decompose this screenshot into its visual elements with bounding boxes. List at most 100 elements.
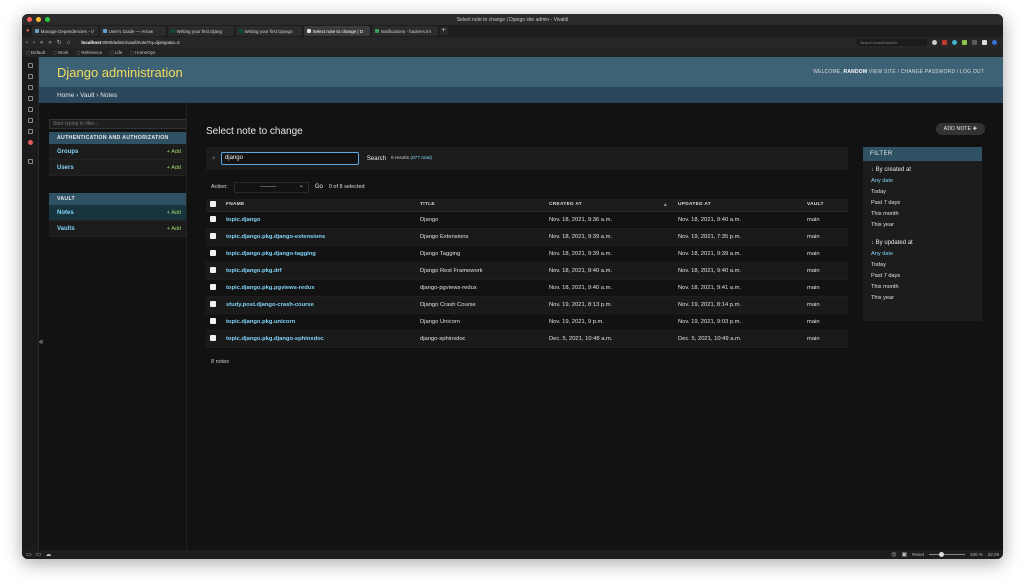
cloud-sync-icon[interactable]: ☁ xyxy=(45,551,51,558)
fname-link[interactable]: topic.django.pkg.django-extensions xyxy=(222,228,416,246)
profile-avatar-icon[interactable] xyxy=(932,40,937,45)
reload-icon[interactable]: ↻ xyxy=(57,39,62,46)
filter-option[interactable]: This year xyxy=(863,293,982,304)
breadcrumb[interactable]: Home › Vault › Notes xyxy=(39,87,1003,103)
add-panel-icon[interactable] xyxy=(27,159,33,164)
search-engine-field[interactable]: Search DuckDuckGo xyxy=(857,39,927,46)
extension-icon[interactable] xyxy=(982,40,987,45)
row-checkbox[interactable] xyxy=(210,317,216,324)
bookmark-folder[interactable]: Life xyxy=(110,50,122,55)
filter-group-title[interactable]: By updated at xyxy=(863,240,982,246)
zoom-slider[interactable] xyxy=(928,552,965,557)
filter-group-title[interactable]: By created at xyxy=(863,167,982,173)
model-link[interactable]: Notes xyxy=(57,210,74,216)
filter-option[interactable]: Past 7 days xyxy=(863,271,982,282)
row-checkbox[interactable] xyxy=(210,249,216,256)
filter-option[interactable]: This month xyxy=(863,209,982,220)
column-header-created[interactable]: CREATED AT ▲ xyxy=(545,199,674,212)
search-input[interactable]: django xyxy=(220,152,359,165)
extension-icon[interactable] xyxy=(992,40,997,45)
mail-panel-icon[interactable] xyxy=(27,118,33,123)
extension-icon[interactable] xyxy=(952,40,957,45)
action-select[interactable]: ——— xyxy=(233,181,309,193)
row-checkbox[interactable] xyxy=(210,283,216,290)
image-toggle-icon[interactable]: ▣ xyxy=(902,551,908,558)
go-button[interactable]: Go xyxy=(315,184,323,190)
bookmark-folder[interactable]: Default xyxy=(26,50,45,55)
fname-link[interactable]: topic.django.pkg.pgviews-redux xyxy=(222,279,416,297)
model-link[interactable]: Users xyxy=(57,165,74,171)
column-header-vault[interactable]: VAULT xyxy=(803,199,848,212)
row-checkbox[interactable] xyxy=(210,300,216,307)
panel-toggle-icon[interactable]: ▭ xyxy=(26,551,32,558)
url-field[interactable]: localhost:8000/admin/vault/note/?q=djang… xyxy=(81,40,179,45)
module-caption[interactable]: VAULT xyxy=(49,193,187,205)
row-checkbox[interactable] xyxy=(210,215,216,222)
bookmark-folder[interactable]: Reference xyxy=(76,50,102,55)
notes-panel-icon[interactable] xyxy=(27,85,33,90)
page-actions-icon[interactable]: ◎ xyxy=(891,551,896,558)
home-icon[interactable]: ⌂ xyxy=(67,40,71,46)
toggle-nav-sidebar[interactable]: « xyxy=(39,337,43,346)
row-checkbox[interactable] xyxy=(210,266,216,273)
add-link[interactable]: + Add xyxy=(167,149,181,155)
module-caption[interactable]: AUTHENTICATION AND AUTHORIZATION xyxy=(49,132,187,144)
bookmark-folder[interactable]: Work xyxy=(53,50,68,55)
add-note-button[interactable]: ADD NOTE ✚ xyxy=(936,123,985,135)
feed-panel-icon[interactable] xyxy=(27,129,33,134)
add-link[interactable]: + Add xyxy=(167,165,181,171)
vivaldi-web-panel-icon[interactable] xyxy=(27,140,33,145)
change-password-link[interactable]: CHANGE PASSWORD xyxy=(901,69,956,75)
tab-users-guide[interactable]: User's Guide — Arrow xyxy=(99,26,166,36)
fname-link[interactable]: topic.django.pkg.unicorn xyxy=(222,313,416,331)
add-link[interactable]: + Add xyxy=(167,226,181,232)
fname-link[interactable]: topic.django.pkg.drf xyxy=(222,262,416,280)
bookmark-folder[interactable]: HomeOps xyxy=(130,50,155,55)
tab-manage-dependencies[interactable]: Manage Dependencies - V xyxy=(31,26,98,36)
filter-option[interactable]: Today xyxy=(863,260,982,271)
fname-link[interactable]: topic.django xyxy=(222,211,416,229)
row-checkbox[interactable] xyxy=(210,232,216,239)
log-out-link[interactable]: LOG OUT xyxy=(960,69,984,75)
history-panel-icon[interactable] xyxy=(27,96,33,101)
tiling-icon[interactable]: ▭ xyxy=(36,551,42,558)
back-icon[interactable]: ‹ xyxy=(26,40,28,46)
select-all-checkbox[interactable] xyxy=(210,200,216,207)
column-header-updated[interactable]: UPDATED AT xyxy=(674,199,803,212)
reading-list-icon[interactable] xyxy=(27,107,33,112)
view-site-link[interactable]: VIEW SITE xyxy=(869,69,896,75)
extension-icon[interactable] xyxy=(942,40,947,45)
new-tab-button[interactable]: + xyxy=(439,27,448,35)
sort-arrow-icon[interactable]: ▲ xyxy=(663,202,668,208)
tab-writing-first-django-2[interactable]: Writing your first Django xyxy=(235,26,302,36)
filter-option[interactable]: Any date xyxy=(863,176,982,187)
extension-icon[interactable] xyxy=(972,40,977,45)
fname-link[interactable]: topic.django.pkg.django-sphinxdoc xyxy=(222,330,416,348)
forward-icon[interactable]: › xyxy=(33,40,35,46)
row-checkbox[interactable] xyxy=(210,334,216,341)
add-link[interactable]: + Add xyxy=(167,210,181,216)
column-header-title[interactable]: TITLE xyxy=(416,199,545,212)
fname-link[interactable]: study.post.django-crash-course xyxy=(222,296,416,314)
tab-notifications[interactable]: Notifications - hackers.tm xyxy=(371,26,438,36)
extension-icon[interactable] xyxy=(962,40,967,45)
model-link[interactable]: Vaults xyxy=(57,226,75,232)
downloads-panel-icon[interactable] xyxy=(27,74,33,79)
filter-option[interactable]: This year xyxy=(863,220,982,231)
site-branding[interactable]: Django administration xyxy=(57,65,183,80)
tab-select-note[interactable]: Select note to change | D xyxy=(303,26,370,36)
filter-option[interactable]: This month xyxy=(863,282,982,293)
filter-option[interactable]: Past 7 days xyxy=(863,198,982,209)
column-header-fname[interactable]: FNAME xyxy=(222,199,416,212)
fname-link[interactable]: topic.django.pkg.django-tagging xyxy=(222,245,416,263)
search-button[interactable]: Search xyxy=(367,156,386,162)
filter-option[interactable]: Today xyxy=(863,187,982,198)
model-link[interactable]: Groups xyxy=(57,149,78,155)
zoom-reset-button[interactable]: Reset xyxy=(912,552,924,557)
rewind-icon[interactable]: « xyxy=(40,40,43,46)
nav-filter-input[interactable]: Start typing to filter... xyxy=(49,119,187,129)
fast-forward-icon[interactable]: » xyxy=(48,40,51,46)
total-count-link[interactable]: (877 total) xyxy=(410,156,432,161)
tab-writing-first-django-1[interactable]: Writing your first Djang xyxy=(167,26,234,36)
bookmarks-panel-icon[interactable] xyxy=(27,63,33,68)
